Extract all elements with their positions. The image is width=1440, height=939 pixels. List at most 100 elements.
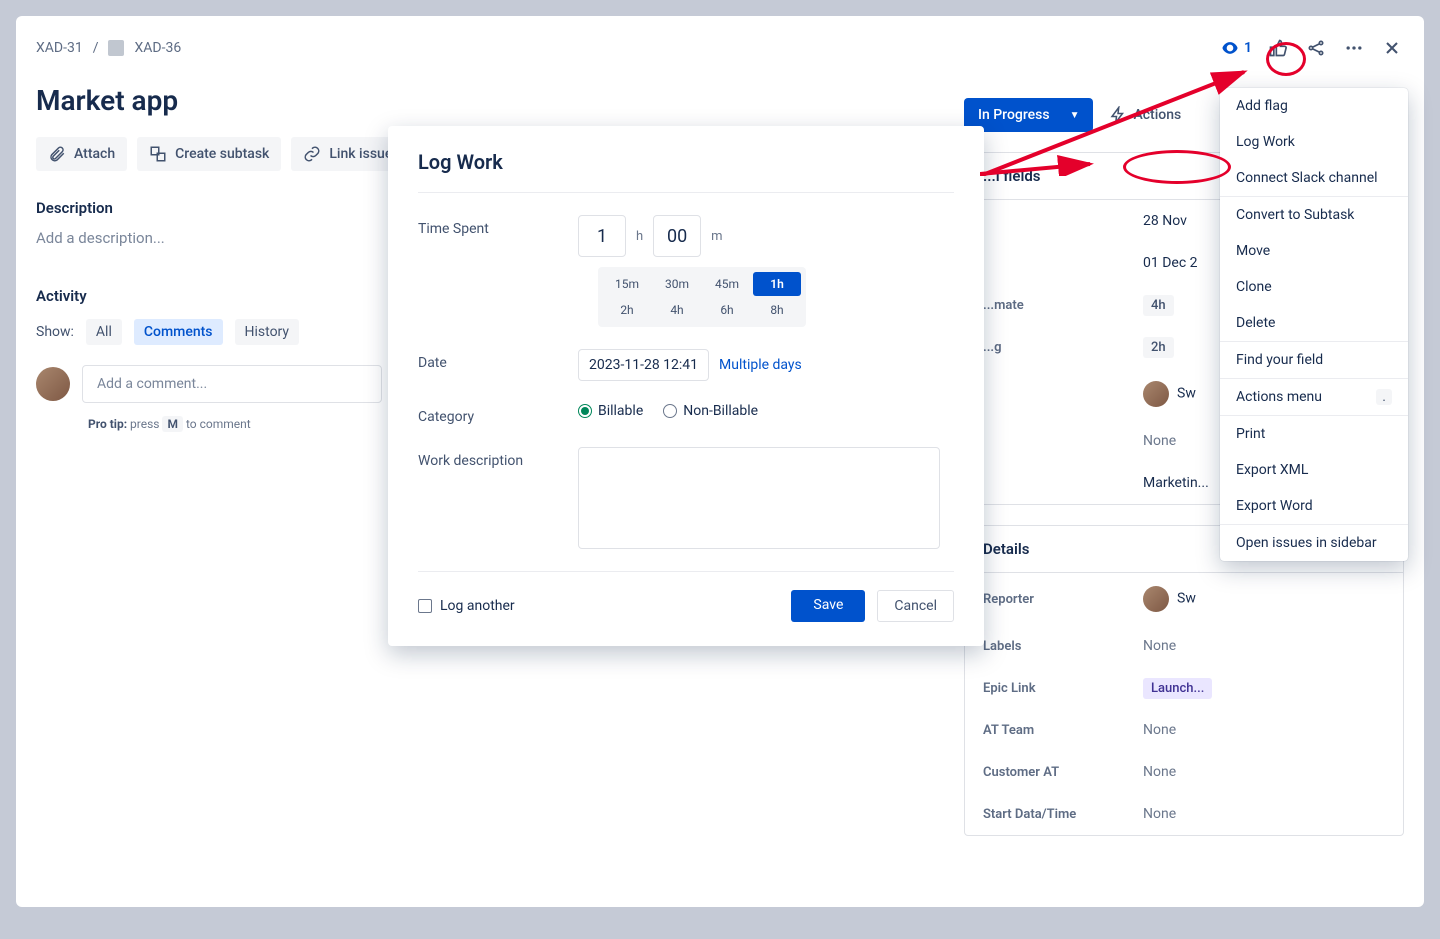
epic-label: Epic Link <box>983 681 1143 696</box>
breadcrumb: XAD-31 / XAD-36 <box>36 40 181 56</box>
minutes-input[interactable]: 00 <box>653 215 701 257</box>
issue-type-icon <box>108 40 124 56</box>
reporter-val[interactable]: Sw <box>1143 586 1196 612</box>
breadcrumb-current[interactable]: XAD-36 <box>134 40 181 56</box>
link-icon <box>303 145 321 163</box>
field-label: ...g <box>983 340 1143 355</box>
subtask-icon <box>149 145 167 163</box>
tab-history[interactable]: History <box>235 319 300 345</box>
menu-open-sidebar[interactable]: Open issues in sidebar <box>1220 525 1408 561</box>
menu-convert-subtask[interactable]: Convert to Subtask <box>1220 197 1408 233</box>
menu-export-xml[interactable]: Export XML <box>1220 452 1408 488</box>
thumbs-up-icon <box>1268 38 1288 58</box>
preset-1h[interactable]: 1h <box>753 272 801 296</box>
billable-radio[interactable]: Billable <box>578 403 643 419</box>
user-avatar <box>36 367 70 401</box>
status-label: In Progress <box>978 107 1050 123</box>
menu-export-word[interactable]: Export Word <box>1220 488 1408 524</box>
date-input[interactable]: 2023-11-28 12:41 <box>578 349 709 381</box>
preset-2h[interactable]: 2h <box>603 298 651 322</box>
preset-15m[interactable]: 15m <box>603 272 651 296</box>
labels-val[interactable]: None <box>1143 638 1176 654</box>
tab-comments[interactable]: Comments <box>134 319 223 345</box>
menu-move[interactable]: Move <box>1220 233 1408 269</box>
create-subtask-button[interactable]: Create subtask <box>137 137 281 171</box>
link-label: Link issue <box>329 146 392 162</box>
menu-find-field[interactable]: Find your field <box>1220 342 1408 378</box>
cancel-button[interactable]: Cancel <box>877 590 954 622</box>
menu-clone[interactable]: Clone <box>1220 269 1408 305</box>
protip-strong: Pro tip: <box>88 417 127 431</box>
show-label: Show: <box>36 324 74 340</box>
hours-input[interactable]: 1 <box>578 215 626 257</box>
tab-all[interactable]: All <box>86 319 122 345</box>
category-label: Category <box>418 403 578 425</box>
start-val[interactable]: None <box>1143 806 1176 822</box>
time-presets: 15m30m45m1h 2h4h6h8h <box>598 267 806 327</box>
actions-dropdown[interactable]: Actions <box>1109 106 1181 124</box>
menu-print[interactable]: Print <box>1220 416 1408 452</box>
radio-icon <box>578 404 592 418</box>
protip-rest: to comment <box>183 417 251 431</box>
dots-icon <box>1344 38 1364 58</box>
breadcrumb-parent[interactable]: XAD-31 <box>36 40 83 56</box>
topbar-actions: 1 <box>1220 36 1404 60</box>
close-button[interactable] <box>1380 36 1404 60</box>
watch-button[interactable]: 1 <box>1220 38 1252 58</box>
watch-count: 1 <box>1244 40 1252 56</box>
details-card: Details ⌃ ReporterSw LabelsNone Epic Lin… <box>964 525 1404 836</box>
save-button[interactable]: Save <box>791 590 865 622</box>
time-spent-label: Time Spent <box>418 215 578 237</box>
modal-title: Log Work <box>418 150 954 174</box>
cust-label: Customer AT <box>983 765 1143 780</box>
details-header-text: Details <box>983 540 1029 558</box>
share-button[interactable] <box>1304 36 1328 60</box>
avatar-icon <box>1143 586 1169 612</box>
preset-8h[interactable]: 8h <box>753 298 801 322</box>
field-val-none: None <box>1143 433 1176 449</box>
cust-val[interactable]: None <box>1143 764 1176 780</box>
menu-delete[interactable]: Delete <box>1220 305 1408 341</box>
preset-45m[interactable]: 45m <box>703 272 751 296</box>
preset-6h[interactable]: 6h <box>703 298 751 322</box>
actions-label: Actions <box>1133 107 1181 123</box>
work-description-input[interactable] <box>578 447 940 549</box>
log-another-checkbox[interactable]: Log another <box>418 598 515 614</box>
multiple-days-link[interactable]: Multiple days <box>719 357 802 373</box>
paperclip-icon <box>48 145 66 163</box>
comment-input[interactable]: Add a comment... <box>82 365 382 403</box>
attach-label: Attach <box>74 146 115 162</box>
field-label: ...mate <box>983 298 1143 313</box>
epic-badge[interactable]: Launch... <box>1143 678 1212 699</box>
work-description-label: Work description <box>418 447 578 469</box>
nonbillable-radio[interactable]: Non-Billable <box>663 403 758 419</box>
menu-connect-slack[interactable]: Connect Slack channel <box>1220 160 1408 196</box>
minutes-unit: m <box>711 229 722 244</box>
assignee-val[interactable]: Sw <box>1143 381 1196 407</box>
menu-log-work[interactable]: Log Work <box>1220 124 1408 160</box>
protip-press: press <box>127 417 162 431</box>
menu-actions-menu[interactable]: Actions menu . <box>1220 379 1408 415</box>
field-val: Marketin... <box>1143 475 1209 491</box>
attach-button[interactable]: Attach <box>36 137 127 171</box>
start-label: Start Data/Time <box>983 807 1143 822</box>
like-button[interactable] <box>1266 36 1290 60</box>
protip-key: M <box>162 416 183 432</box>
hours-unit: h <box>636 229 643 244</box>
subtask-label: Create subtask <box>175 146 269 162</box>
shortcut-key: . <box>1376 389 1392 405</box>
team-val[interactable]: None <box>1143 722 1176 738</box>
preset-4h[interactable]: 4h <box>653 298 701 322</box>
avatar-icon <box>1143 381 1169 407</box>
estimate-badge: 4h <box>1143 295 1174 316</box>
preset-30m[interactable]: 30m <box>653 272 701 296</box>
menu-add-flag[interactable]: Add flag <box>1220 88 1408 124</box>
fields-header-text: ...l fields <box>983 167 1041 185</box>
reporter-label: Reporter <box>983 592 1143 607</box>
more-actions-button[interactable] <box>1342 36 1366 60</box>
topbar: XAD-31 / XAD-36 1 <box>36 36 1404 60</box>
status-button[interactable]: In Progress ▼ <box>964 98 1093 132</box>
chevron-down-icon: ▼ <box>1070 110 1080 121</box>
labels-label: Labels <box>983 639 1143 654</box>
field-val: 01 Dec 2 <box>1143 255 1198 271</box>
